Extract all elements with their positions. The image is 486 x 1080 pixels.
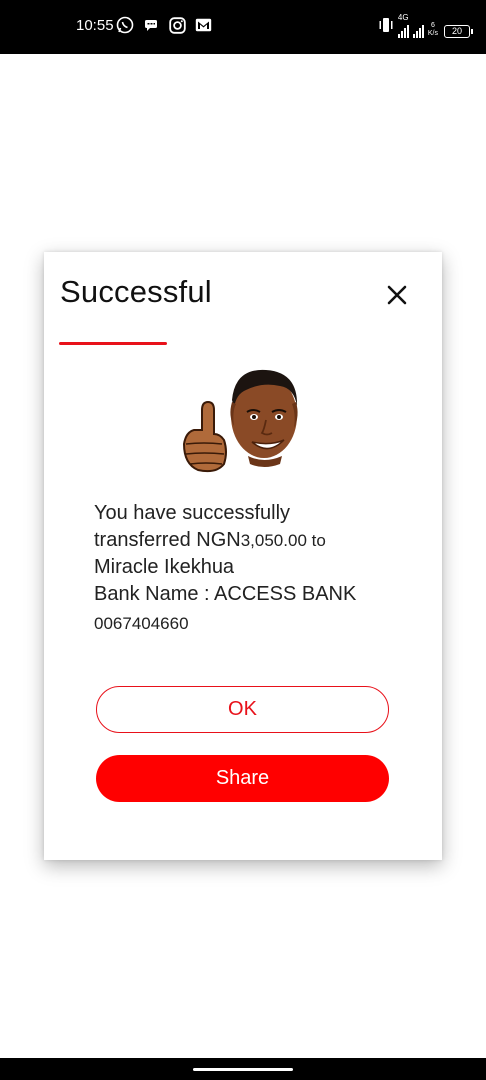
transfer-amount: 3,050.00 bbox=[240, 531, 307, 550]
message-line-2: transferred NGN3,050.00 to bbox=[94, 527, 394, 554]
instagram-icon bbox=[168, 16, 186, 34]
signal-icon bbox=[412, 22, 424, 38]
signal-4g: 4G bbox=[397, 13, 409, 38]
dialog-title: Successful bbox=[60, 274, 212, 309]
battery-icon: 20 bbox=[444, 25, 473, 38]
notification-icons bbox=[116, 16, 212, 34]
signal-icon bbox=[397, 22, 409, 38]
title-underline bbox=[59, 342, 167, 345]
transfer-suffix: to bbox=[306, 531, 326, 550]
navigation-bar bbox=[0, 1058, 486, 1080]
message-icon bbox=[142, 16, 160, 34]
ok-button[interactable]: OK bbox=[96, 686, 389, 733]
transfer-prefix: transferred NGN bbox=[94, 529, 241, 551]
network-type: 4G bbox=[397, 13, 409, 22]
vibrate-icon bbox=[378, 17, 394, 38]
status-time: 10:55 bbox=[76, 17, 114, 34]
gmail-icon bbox=[194, 16, 212, 34]
success-dialog: Successful You have successfully transfe… bbox=[44, 252, 442, 860]
close-icon[interactable] bbox=[382, 280, 412, 310]
whatsapp-icon bbox=[116, 16, 134, 34]
status-bar: 10:55 4G 6 K/s 20 bbox=[0, 0, 486, 54]
bank-name: Bank Name : ACCESS BANK bbox=[94, 583, 357, 605]
network-speed: 6 K/s bbox=[428, 22, 438, 38]
account-number: 0067404660 bbox=[94, 614, 189, 633]
thumbs-up-avatar bbox=[180, 360, 310, 478]
message-line-1: You have successfully bbox=[94, 502, 291, 524]
speed-value: 6 bbox=[430, 22, 435, 29]
system-indicators: 4G 6 K/s 20 bbox=[378, 13, 473, 38]
transfer-message: You have successfully transferred NGN3,0… bbox=[94, 500, 394, 640]
share-button[interactable]: Share bbox=[96, 755, 389, 802]
home-gesture-bar[interactable] bbox=[193, 1068, 293, 1071]
speed-unit: K/s bbox=[427, 30, 438, 37]
recipient-name: Miracle Ikekhua bbox=[94, 556, 235, 578]
